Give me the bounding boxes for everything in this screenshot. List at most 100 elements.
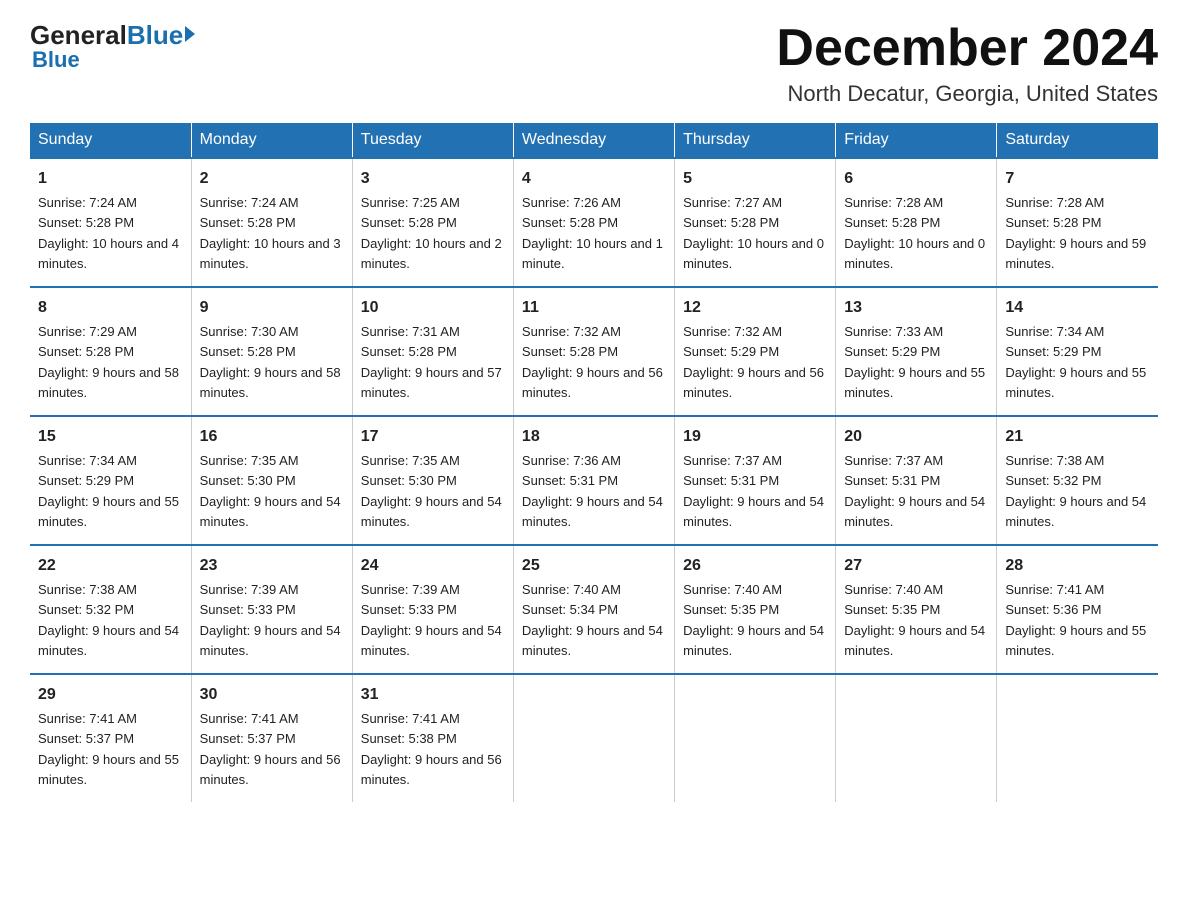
day-info: Sunrise: 7:34 AMSunset: 5:29 PMDaylight:…	[38, 453, 179, 529]
calendar-cell	[513, 674, 674, 802]
calendar-week-1: 1Sunrise: 7:24 AMSunset: 5:28 PMDaylight…	[30, 158, 1158, 287]
day-info: Sunrise: 7:40 AMSunset: 5:35 PMDaylight:…	[683, 582, 824, 658]
day-info: Sunrise: 7:28 AMSunset: 5:28 PMDaylight:…	[1005, 195, 1146, 271]
calendar-cell: 28Sunrise: 7:41 AMSunset: 5:36 PMDayligh…	[997, 545, 1158, 674]
calendar-cell: 12Sunrise: 7:32 AMSunset: 5:29 PMDayligh…	[675, 287, 836, 416]
calendar-cell: 21Sunrise: 7:38 AMSunset: 5:32 PMDayligh…	[997, 416, 1158, 545]
day-info: Sunrise: 7:39 AMSunset: 5:33 PMDaylight:…	[361, 582, 502, 658]
day-number: 2	[200, 167, 344, 191]
day-info: Sunrise: 7:33 AMSunset: 5:29 PMDaylight:…	[844, 324, 985, 400]
calendar-cell: 1Sunrise: 7:24 AMSunset: 5:28 PMDaylight…	[30, 158, 191, 287]
day-number: 11	[522, 296, 666, 320]
day-number: 9	[200, 296, 344, 320]
col-header-sunday: Sunday	[30, 123, 191, 158]
calendar-cell: 8 Sunrise: 7:29 AMSunset: 5:28 PMDaylight…	[30, 287, 191, 416]
day-number: 7	[1005, 167, 1150, 191]
day-info: Sunrise: 7:31 AMSunset: 5:28 PMDaylight:…	[361, 324, 502, 400]
calendar-cell: 4Sunrise: 7:26 AMSunset: 5:28 PMDaylight…	[513, 158, 674, 287]
calendar-cell	[675, 674, 836, 802]
calendar-table: SundayMondayTuesdayWednesdayThursdayFrid…	[30, 123, 1158, 802]
calendar-cell: 11 Sunrise: 7:32 AMSunset: 5:28 PMDayligh…	[513, 287, 674, 416]
calendar-cell: 24Sunrise: 7:39 AMSunset: 5:33 PMDayligh…	[352, 545, 513, 674]
calendar-cell: 2 Sunrise: 7:24 AMSunset: 5:28 PMDaylight…	[191, 158, 352, 287]
day-number: 25	[522, 554, 666, 578]
col-header-tuesday: Tuesday	[352, 123, 513, 158]
calendar-cell: 14 Sunrise: 7:34 AMSunset: 5:29 PMDayligh…	[997, 287, 1158, 416]
day-number: 15	[38, 425, 183, 449]
day-number: 30	[200, 683, 344, 707]
calendar-cell: 27 Sunrise: 7:40 AMSunset: 5:35 PMDayligh…	[836, 545, 997, 674]
calendar-cell: 6 Sunrise: 7:28 AMSunset: 5:28 PMDaylight…	[836, 158, 997, 287]
calendar-cell: 3Sunrise: 7:25 AMSunset: 5:28 PMDaylight…	[352, 158, 513, 287]
col-header-saturday: Saturday	[997, 123, 1158, 158]
day-info: Sunrise: 7:37 AMSunset: 5:31 PMDaylight:…	[844, 453, 985, 529]
calendar-cell: 16 Sunrise: 7:35 AMSunset: 5:30 PMDayligh…	[191, 416, 352, 545]
day-info: Sunrise: 7:28 AMSunset: 5:28 PMDaylight:…	[844, 195, 985, 271]
day-number: 26	[683, 554, 827, 578]
calendar-cell: 10 Sunrise: 7:31 AMSunset: 5:28 PMDayligh…	[352, 287, 513, 416]
logo-blue-text: Blue	[127, 20, 183, 51]
calendar-cell: 23 Sunrise: 7:39 AMSunset: 5:33 PMDayligh…	[191, 545, 352, 674]
day-number: 28	[1005, 554, 1150, 578]
calendar-cell: 22Sunrise: 7:38 AMSunset: 5:32 PMDayligh…	[30, 545, 191, 674]
day-info: Sunrise: 7:29 AMSunset: 5:28 PMDaylight:…	[38, 324, 179, 400]
calendar-cell: 26 Sunrise: 7:40 AMSunset: 5:35 PMDayligh…	[675, 545, 836, 674]
day-number: 6	[844, 167, 988, 191]
day-number: 3	[361, 167, 505, 191]
day-number: 12	[683, 296, 827, 320]
calendar-cell: 25Sunrise: 7:40 AMSunset: 5:34 PMDayligh…	[513, 545, 674, 674]
day-number: 19	[683, 425, 827, 449]
calendar-cell	[836, 674, 997, 802]
location-title: North Decatur, Georgia, United States	[776, 81, 1158, 107]
day-info: Sunrise: 7:34 AMSunset: 5:29 PMDaylight:…	[1005, 324, 1146, 400]
day-info: Sunrise: 7:30 AMSunset: 5:28 PMDaylight:…	[200, 324, 341, 400]
day-number: 8	[38, 296, 183, 320]
calendar-cell: 19 Sunrise: 7:37 AMSunset: 5:31 PMDayligh…	[675, 416, 836, 545]
day-number: 29	[38, 683, 183, 707]
day-number: 14	[1005, 296, 1150, 320]
day-info: Sunrise: 7:26 AMSunset: 5:28 PMDaylight:…	[522, 195, 663, 271]
day-info: Sunrise: 7:37 AMSunset: 5:31 PMDaylight:…	[683, 453, 824, 529]
calendar-header: SundayMondayTuesdayWednesdayThursdayFrid…	[30, 123, 1158, 158]
calendar-cell: 20 Sunrise: 7:37 AMSunset: 5:31 PMDayligh…	[836, 416, 997, 545]
day-info: Sunrise: 7:32 AMSunset: 5:28 PMDaylight:…	[522, 324, 663, 400]
day-number: 23	[200, 554, 344, 578]
day-info: Sunrise: 7:27 AMSunset: 5:28 PMDaylight:…	[683, 195, 824, 271]
day-number: 27	[844, 554, 988, 578]
day-number: 16	[200, 425, 344, 449]
col-header-wednesday: Wednesday	[513, 123, 674, 158]
day-number: 5	[683, 167, 827, 191]
calendar-week-5: 29 Sunrise: 7:41 AMSunset: 5:37 PMDayligh…	[30, 674, 1158, 802]
day-info: Sunrise: 7:41 AMSunset: 5:37 PMDaylight:…	[38, 711, 179, 787]
calendar-week-2: 8 Sunrise: 7:29 AMSunset: 5:28 PMDaylight…	[30, 287, 1158, 416]
calendar-cell: 15 Sunrise: 7:34 AMSunset: 5:29 PMDayligh…	[30, 416, 191, 545]
day-number: 21	[1005, 425, 1150, 449]
day-number: 17	[361, 425, 505, 449]
day-number: 31	[361, 683, 505, 707]
day-info: Sunrise: 7:24 AMSunset: 5:28 PMDaylight:…	[200, 195, 341, 271]
day-number: 10	[361, 296, 505, 320]
logo: General Blue Blue	[30, 20, 195, 73]
day-info: Sunrise: 7:41 AMSunset: 5:38 PMDaylight:…	[361, 711, 502, 787]
calendar-cell	[997, 674, 1158, 802]
day-number: 20	[844, 425, 988, 449]
col-header-friday: Friday	[836, 123, 997, 158]
col-header-thursday: Thursday	[675, 123, 836, 158]
calendar-cell: 5 Sunrise: 7:27 AMSunset: 5:28 PMDaylight…	[675, 158, 836, 287]
day-number: 18	[522, 425, 666, 449]
calendar-week-3: 15 Sunrise: 7:34 AMSunset: 5:29 PMDayligh…	[30, 416, 1158, 545]
page-header: General Blue Blue December 2024 North De…	[30, 20, 1158, 107]
day-info: Sunrise: 7:36 AMSunset: 5:31 PMDaylight:…	[522, 453, 663, 529]
calendar-cell: 7 Sunrise: 7:28 AMSunset: 5:28 PMDaylight…	[997, 158, 1158, 287]
calendar-cell: 18 Sunrise: 7:36 AMSunset: 5:31 PMDayligh…	[513, 416, 674, 545]
day-number: 13	[844, 296, 988, 320]
calendar-week-4: 22Sunrise: 7:38 AMSunset: 5:32 PMDayligh…	[30, 545, 1158, 674]
calendar-cell: 17Sunrise: 7:35 AMSunset: 5:30 PMDayligh…	[352, 416, 513, 545]
day-info: Sunrise: 7:40 AMSunset: 5:35 PMDaylight:…	[844, 582, 985, 658]
month-title: December 2024	[776, 20, 1158, 77]
day-info: Sunrise: 7:35 AMSunset: 5:30 PMDaylight:…	[200, 453, 341, 529]
logo-sub: Blue	[32, 47, 80, 73]
calendar-cell: 13 Sunrise: 7:33 AMSunset: 5:29 PMDayligh…	[836, 287, 997, 416]
logo-arrow-icon	[185, 26, 195, 42]
day-info: Sunrise: 7:39 AMSunset: 5:33 PMDaylight:…	[200, 582, 341, 658]
